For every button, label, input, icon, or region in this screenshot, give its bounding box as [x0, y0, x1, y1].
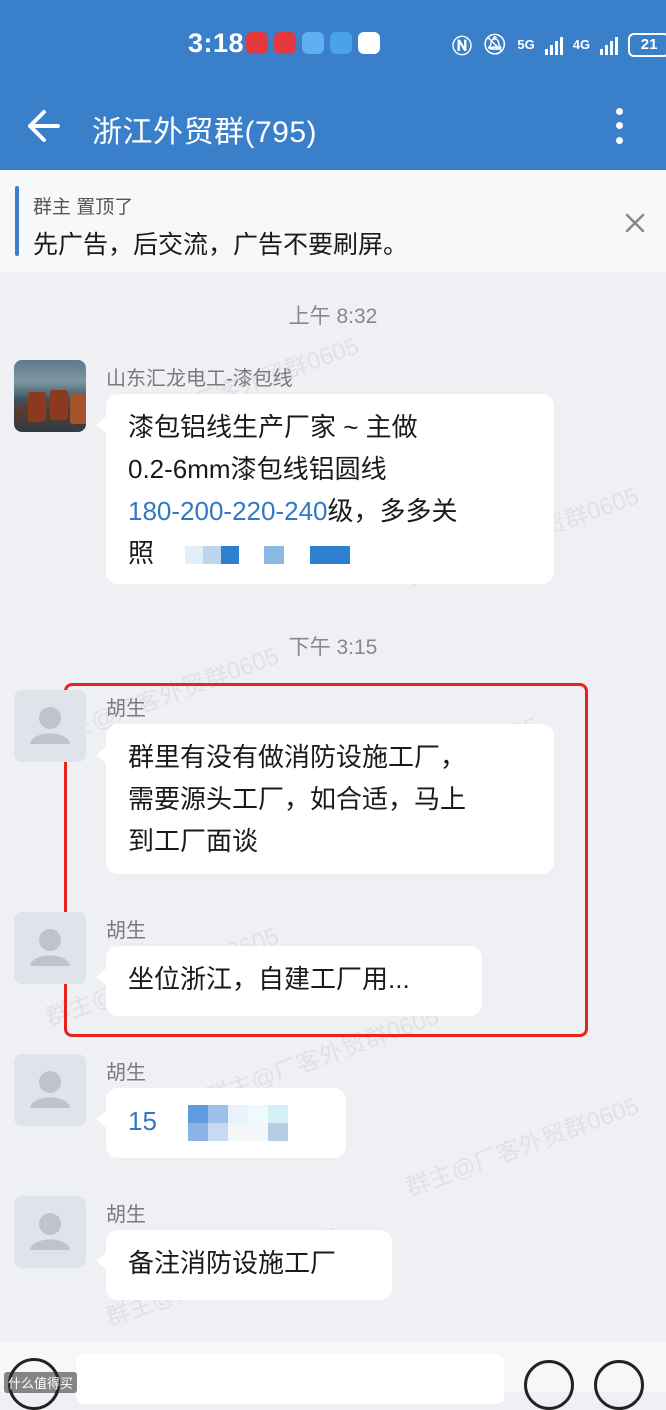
close-icon[interactable] — [620, 208, 650, 238]
avatar[interactable] — [14, 360, 86, 432]
message-input[interactable] — [76, 1354, 504, 1404]
app-notification-icon — [274, 32, 296, 54]
network-label-5g: 5G — [517, 37, 535, 52]
plus-icon[interactable] — [594, 1360, 644, 1410]
phone-link[interactable]: 180-200-220-240 — [128, 496, 328, 526]
more-menu-icon[interactable] — [604, 104, 634, 148]
message-line: 到工厂面谈 — [128, 826, 259, 856]
app-notification-icon — [358, 32, 380, 54]
app-header: 3:18 Ⓝ 🔕︎ 5G 4G 21 浙江外贸群(795) — [0, 0, 666, 170]
pinned-meta: 群主 置顶了 — [33, 197, 134, 218]
sender-name: 胡生 — [106, 1062, 146, 1084]
default-avatar-icon — [30, 1071, 70, 1108]
default-avatar-icon — [30, 929, 70, 966]
message-line: 180-200-220-240级，多多关 — [128, 496, 458, 526]
timestamp-separator: 上午 8:32 — [288, 305, 378, 328]
message-bubble[interactable]: 备注消防设施工厂 — [96, 1230, 392, 1300]
phone-link[interactable]: 15 — [128, 1106, 157, 1136]
nfc-icon: Ⓝ — [452, 36, 472, 58]
chat-title: 浙江外贸群(795) — [92, 116, 318, 149]
avatar[interactable] — [14, 690, 86, 762]
message-line: 照 — [128, 532, 532, 574]
status-app-icons — [246, 32, 380, 54]
battery-level: 21 — [640, 36, 658, 53]
source-watermark: 什么值得买 — [4, 1372, 78, 1393]
status-indicators: Ⓝ 🔕︎ 5G 4G 21 — [452, 30, 666, 59]
message-bubble[interactable]: 15 — [96, 1088, 346, 1158]
redacted-block — [188, 1105, 289, 1142]
app-notification-icon — [246, 32, 268, 54]
network-label-4g: 4G — [572, 37, 591, 52]
message-line: 群里有没有做消防设施工厂， — [128, 742, 467, 772]
mute-bell-icon: 🔕︎ — [482, 34, 508, 56]
timestamp-separator: 下午 3:15 — [288, 636, 378, 659]
default-avatar-icon — [30, 1213, 70, 1250]
sender-name: 山东汇龙电工-漆包线 — [106, 368, 293, 390]
avatar[interactable] — [14, 912, 86, 984]
pinned-accent-bar — [15, 186, 19, 256]
message-line: 0.2-6mm漆包线铝圆线 — [128, 454, 387, 484]
sender-name: 胡生 — [106, 698, 146, 720]
back-arrow-icon[interactable] — [22, 106, 62, 146]
pinned-text: 先广告，后交流，广告不要刷屏。 — [33, 231, 409, 259]
message-bubble[interactable]: 群里有没有做消防设施工厂， 需要源头工厂，如合适，马上 到工厂面谈 — [96, 724, 554, 874]
redacted-block — [185, 538, 350, 568]
watermark: 群主@厂客外贸群0605 — [402, 1092, 643, 1202]
cloud-icon — [302, 32, 324, 54]
sender-name: 胡生 — [106, 1204, 146, 1226]
weather-icon — [330, 32, 352, 54]
status-time: 3:18 — [188, 28, 245, 58]
avatar[interactable] — [14, 1196, 86, 1268]
sender-name: 胡生 — [106, 920, 146, 942]
signal-icon — [544, 35, 563, 55]
default-avatar-icon — [30, 707, 70, 744]
emoji-icon[interactable] — [524, 1360, 574, 1410]
avatar[interactable] — [14, 1054, 86, 1126]
battery-icon: 21 — [628, 32, 666, 57]
message-bubble[interactable]: 漆包铝线生产厂家 ~ 主做 0.2-6mm漆包线铝圆线 180-200-220-… — [96, 394, 554, 584]
message-line: 漆包铝线生产厂家 ~ 主做 — [128, 412, 418, 442]
message-bubble[interactable]: 坐位浙江，自建工厂用... — [96, 946, 482, 1016]
signal-icon — [600, 35, 619, 55]
message-line: 需要源头工厂，如合适，马上 — [128, 784, 467, 814]
